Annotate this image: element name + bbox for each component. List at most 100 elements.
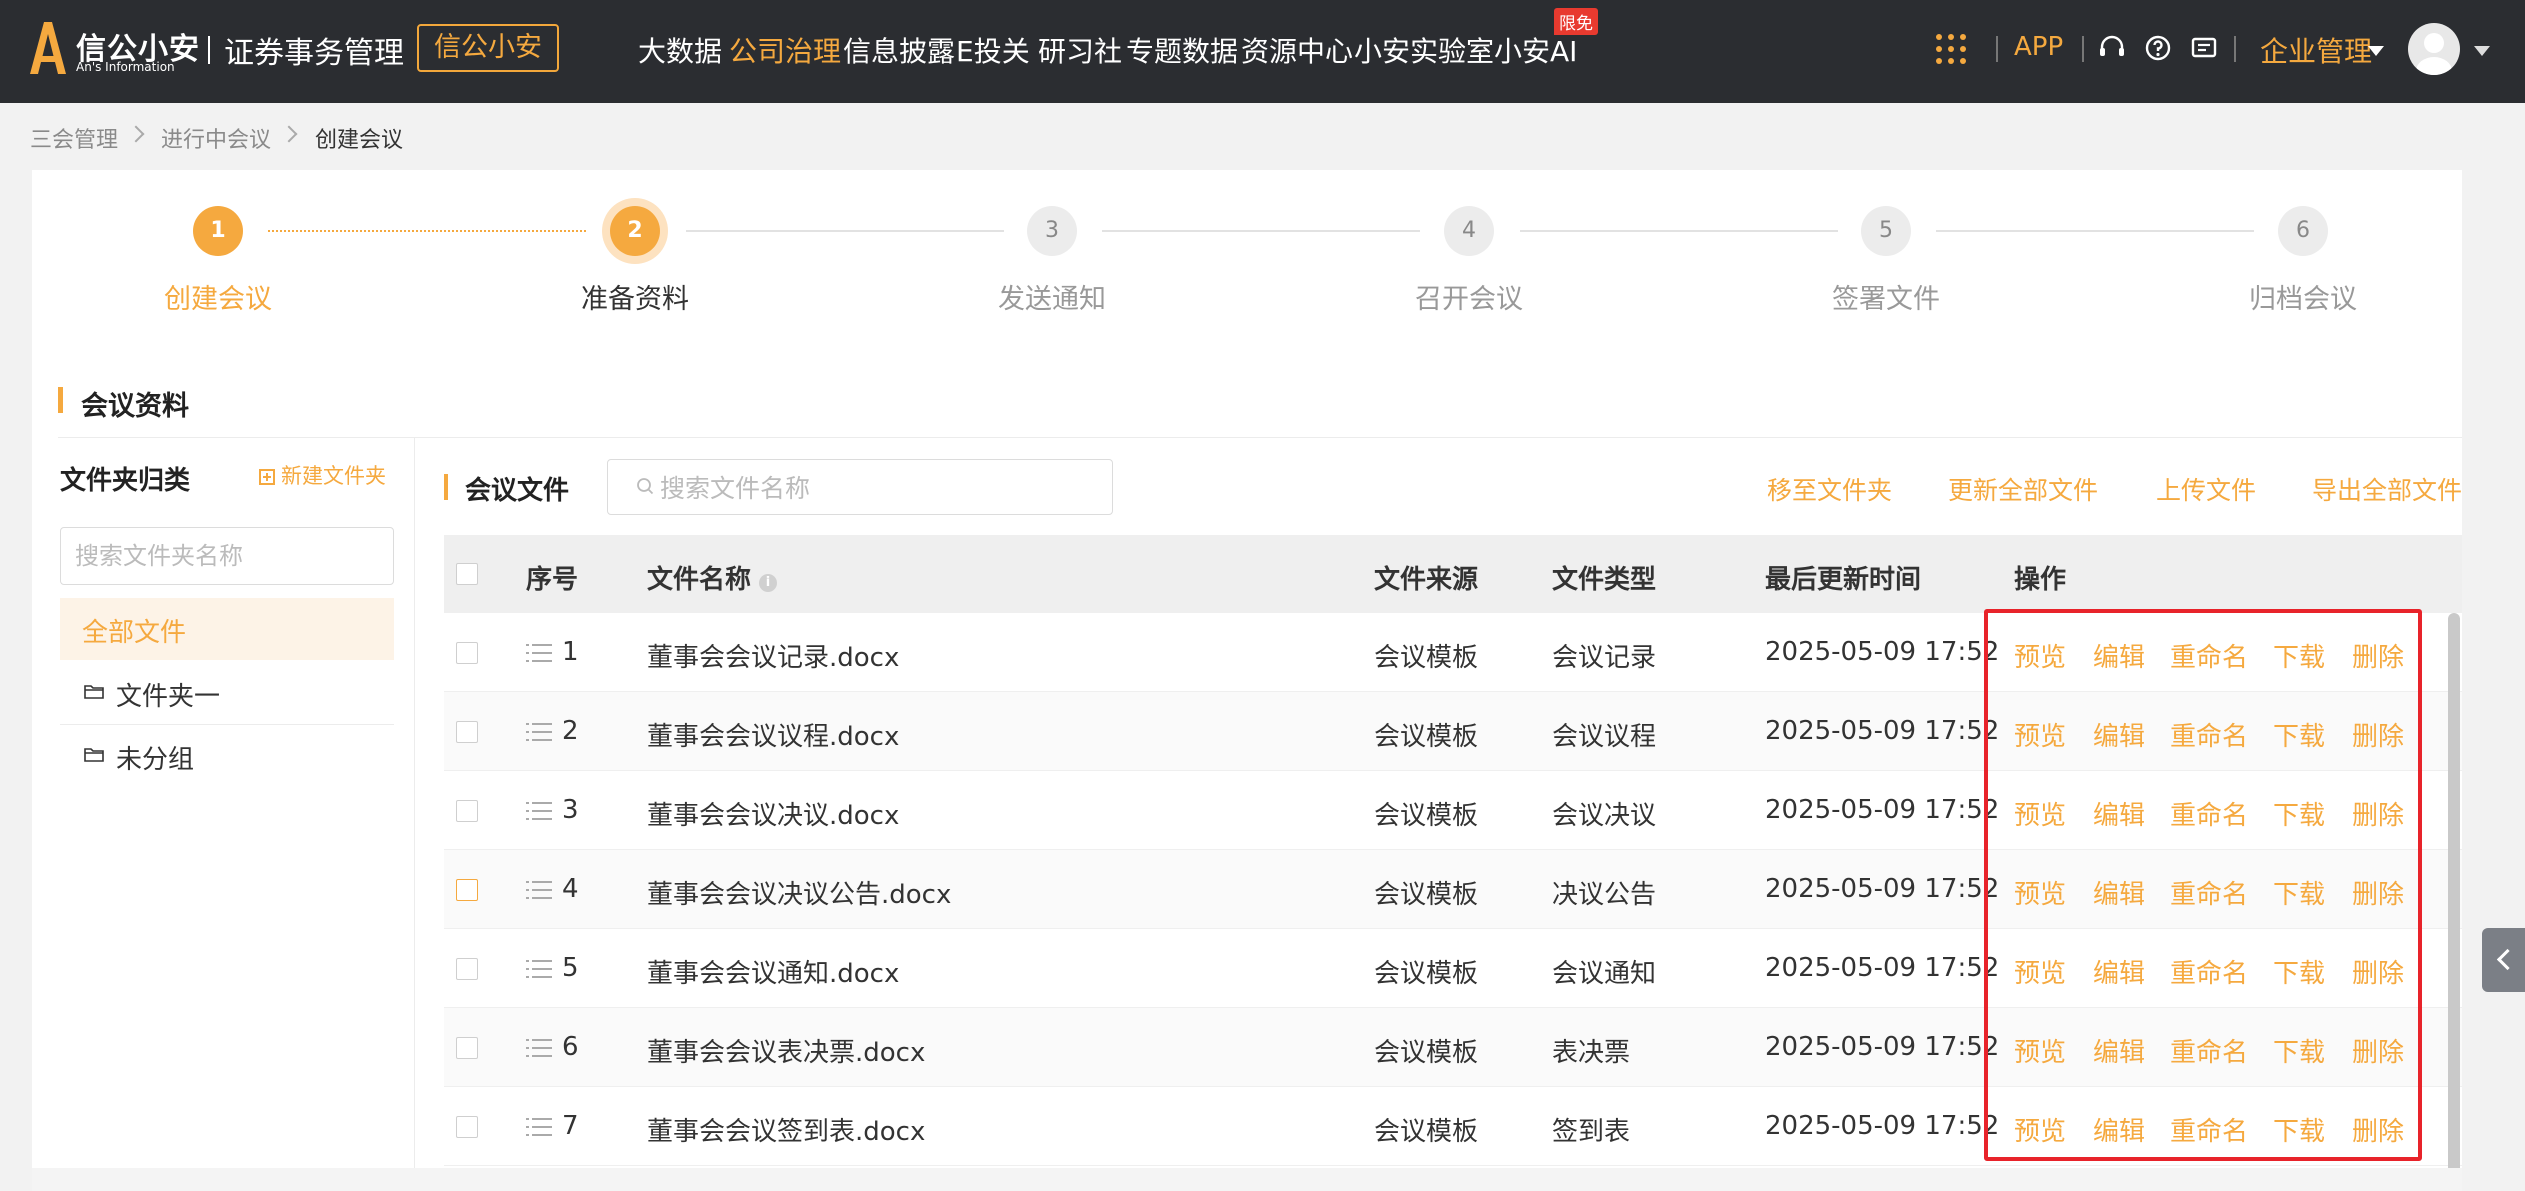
collapse-side-panel-button[interactable]: [2482, 928, 2525, 992]
nav-item-disclosure[interactable]: 信息披露: [843, 30, 955, 70]
folder-item-1[interactable]: 文件夹一: [60, 662, 394, 724]
file-search-box[interactable]: [607, 459, 1113, 515]
file-type: 表决票: [1552, 1038, 1631, 1068]
file-type: 会议议程: [1552, 722, 1657, 752]
step-3-circle[interactable]: 3: [1027, 206, 1077, 256]
nav-item-ai[interactable]: 小安AI: [1494, 30, 1577, 70]
folder-search-input[interactable]: [60, 527, 394, 585]
avatar[interactable]: [2408, 23, 2460, 75]
file-name: 董事会会议决议公告.docx: [647, 880, 952, 910]
row-checkbox[interactable]: [456, 642, 478, 664]
column-header-name-label: 文件名称: [647, 565, 752, 595]
row-checkbox[interactable]: [456, 1116, 478, 1138]
nav-item-e-ir[interactable]: E投关: [956, 30, 1030, 70]
step-5-circle[interactable]: 5: [1861, 206, 1911, 256]
chevron-right-icon: [280, 125, 298, 143]
enterprise-menu[interactable]: 企业管理: [2260, 30, 2372, 70]
row-checkbox[interactable]: [456, 879, 478, 901]
operations-highlight-box: [1984, 609, 2422, 1161]
chevron-right-icon: [127, 125, 145, 143]
file-source: 会议模板: [1374, 801, 1479, 831]
folder-item-label: 未分组: [116, 745, 195, 775]
upload-file-button[interactable]: 上传文件: [2156, 471, 2256, 507]
folder-item-label: 文件夹一: [116, 682, 221, 712]
export-all-files-button[interactable]: 导出全部文件: [2312, 471, 2462, 507]
step-1-label: 创建会议: [164, 284, 272, 315]
file-updated-time: 2025-05-09 17:52: [1765, 1032, 2000, 1062]
drag-handle-icon[interactable]: [526, 1118, 552, 1136]
row-checkbox[interactable]: [456, 958, 478, 980]
section-accent-bar: [444, 474, 448, 500]
breadcrumb-current: 创建会议: [315, 128, 404, 153]
chevron-down-icon: [2368, 46, 2384, 56]
step-connector: [1936, 230, 2254, 232]
row-checkbox[interactable]: [456, 1037, 478, 1059]
file-updated-time: 2025-05-09 17:52: [1765, 716, 2000, 746]
folder-item-label: 全部文件: [82, 618, 187, 648]
info-icon[interactable]: i: [759, 574, 778, 592]
logo-subtext: An's Information: [76, 60, 175, 74]
header-divider: [208, 36, 210, 64]
row-index: 2: [562, 716, 579, 746]
breadcrumb-item[interactable]: 三会管理: [30, 122, 118, 154]
file-type: 会议记录: [1552, 643, 1657, 673]
step-2-circle[interactable]: 2: [610, 206, 660, 256]
message-icon[interactable]: [2190, 34, 2218, 62]
file-type: 会议通知: [1552, 959, 1657, 989]
headset-icon[interactable]: [2098, 34, 2126, 62]
top-navbar: 信公小安 An's Information 证券事务管理 信公小安 大数据 公司…: [0, 0, 2525, 103]
file-name: 董事会会议通知.docx: [647, 959, 900, 989]
file-source: 会议模板: [1374, 959, 1479, 989]
step-connector: [686, 230, 1004, 232]
column-header-type: 文件类型: [1552, 565, 1657, 595]
file-updated-time: 2025-05-09 17:52: [1765, 637, 2000, 667]
move-to-folder-button[interactable]: 移至文件夹: [1767, 471, 1892, 507]
drag-handle-icon[interactable]: [526, 1039, 552, 1057]
nav-item-topic-data[interactable]: 专题数据: [1126, 30, 1238, 70]
step-connector: [1102, 230, 1420, 232]
step-1-circle[interactable]: 1: [193, 206, 243, 256]
select-all-checkbox[interactable]: [456, 563, 478, 585]
file-updated-time: 2025-05-09 17:52: [1765, 953, 2000, 983]
apps-grid-icon[interactable]: [1936, 34, 1966, 64]
folder-item-2[interactable]: 未分组: [60, 725, 394, 787]
step-connector: [268, 230, 586, 232]
files-panel-title: 会议文件: [465, 476, 570, 506]
app-link[interactable]: APP: [2014, 32, 2063, 62]
panel-divider: [414, 437, 415, 1191]
new-folder-button[interactable]: 新建文件夹: [259, 460, 386, 490]
step-5-label: 签署文件: [1832, 284, 1940, 315]
drag-handle-icon[interactable]: [526, 802, 552, 820]
drag-handle-icon[interactable]: [526, 881, 552, 899]
update-all-files-button[interactable]: 更新全部文件: [1948, 471, 2098, 507]
separator: [2082, 36, 2084, 62]
step-6-circle[interactable]: 6: [2278, 206, 2328, 256]
row-checkbox[interactable]: [456, 721, 478, 743]
table-scrollbar[interactable]: [2448, 613, 2460, 1191]
file-updated-time: 2025-05-09 17:52: [1765, 795, 2000, 825]
nav-item-corporate-governance[interactable]: 公司治理: [729, 30, 841, 70]
add-icon: [259, 469, 275, 485]
drag-handle-icon[interactable]: [526, 960, 552, 978]
file-name: 董事会会议决议.docx: [647, 801, 900, 831]
file-name: 董事会会议表决票.docx: [647, 1038, 926, 1068]
nav-item-big-data[interactable]: 大数据: [638, 30, 722, 70]
step-4-circle[interactable]: 4: [1444, 206, 1494, 256]
help-icon[interactable]: [2144, 34, 2172, 62]
nav-item-resource-center[interactable]: 资源中心: [1241, 30, 1353, 70]
file-search-input[interactable]: [658, 468, 1102, 508]
nav-item-study[interactable]: 研习社: [1038, 30, 1122, 70]
folder-icon: [84, 748, 104, 762]
section-accent-bar: [58, 387, 63, 413]
brand-button[interactable]: 信公小安: [417, 24, 559, 72]
nav-item-lab[interactable]: 小安实验室: [1354, 30, 1494, 70]
app-name: 证券事务管理: [224, 36, 404, 71]
search-icon: [637, 478, 654, 495]
drag-handle-icon[interactable]: [526, 723, 552, 741]
breadcrumb-item[interactable]: 进行中会议: [161, 122, 271, 154]
drag-handle-icon[interactable]: [526, 644, 552, 662]
chevron-down-icon[interactable]: [2474, 46, 2490, 56]
folder-item-all[interactable]: 全部文件: [60, 598, 394, 660]
row-checkbox[interactable]: [456, 800, 478, 822]
user-icon: [2416, 33, 2452, 75]
